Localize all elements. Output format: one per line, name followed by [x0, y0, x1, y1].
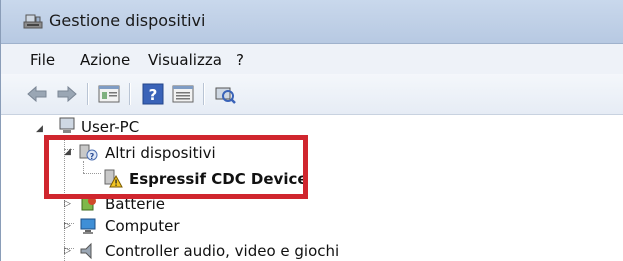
- menu-file[interactable]: File: [30, 51, 55, 69]
- menu-help[interactable]: ?: [236, 51, 244, 69]
- computer-icon: [80, 218, 96, 234]
- device-manager-icon: [23, 14, 43, 29]
- menu-bar: File Azione Visualizza ?: [1, 44, 623, 74]
- computer-root-icon: [59, 117, 75, 133]
- speaker-icon: [80, 242, 92, 260]
- properties-icon[interactable]: [97, 83, 121, 105]
- highlight-box: [44, 135, 308, 199]
- forward-arrow-icon[interactable]: [55, 83, 79, 105]
- expand-toggle[interactable]: ▷: [64, 221, 71, 231]
- scan-hardware-icon[interactable]: [213, 83, 237, 105]
- tree-item-computer[interactable]: Computer: [105, 217, 180, 235]
- expand-toggle[interactable]: ▷: [64, 199, 71, 209]
- title-bar[interactable]: Gestione dispositivi: [1, 0, 623, 44]
- tree-root-user-pc[interactable]: User-PC: [81, 118, 139, 136]
- window-title: Gestione dispositivi: [49, 11, 206, 30]
- toolbar: ?: [1, 74, 623, 115]
- help-icon[interactable]: ?: [141, 83, 165, 105]
- device-manager-window: Gestione dispositivi File Azione Visuali…: [0, 0, 623, 261]
- toolbar-separator: [87, 83, 89, 105]
- toolbar-separator: [129, 83, 131, 105]
- svg-text:?: ?: [149, 86, 158, 104]
- expand-toggle[interactable]: ▷: [64, 246, 71, 256]
- menu-azione[interactable]: Azione: [80, 51, 130, 69]
- toolbar-separator: [203, 83, 205, 105]
- back-arrow-icon[interactable]: [25, 83, 49, 105]
- expand-collapse-toggle[interactable]: ◢: [36, 124, 43, 134]
- view-icon[interactable]: [171, 83, 195, 105]
- menu-visualizza[interactable]: Visualizza: [148, 51, 222, 69]
- tree-item-controller-audio[interactable]: Controller audio, video e giochi: [105, 242, 339, 260]
